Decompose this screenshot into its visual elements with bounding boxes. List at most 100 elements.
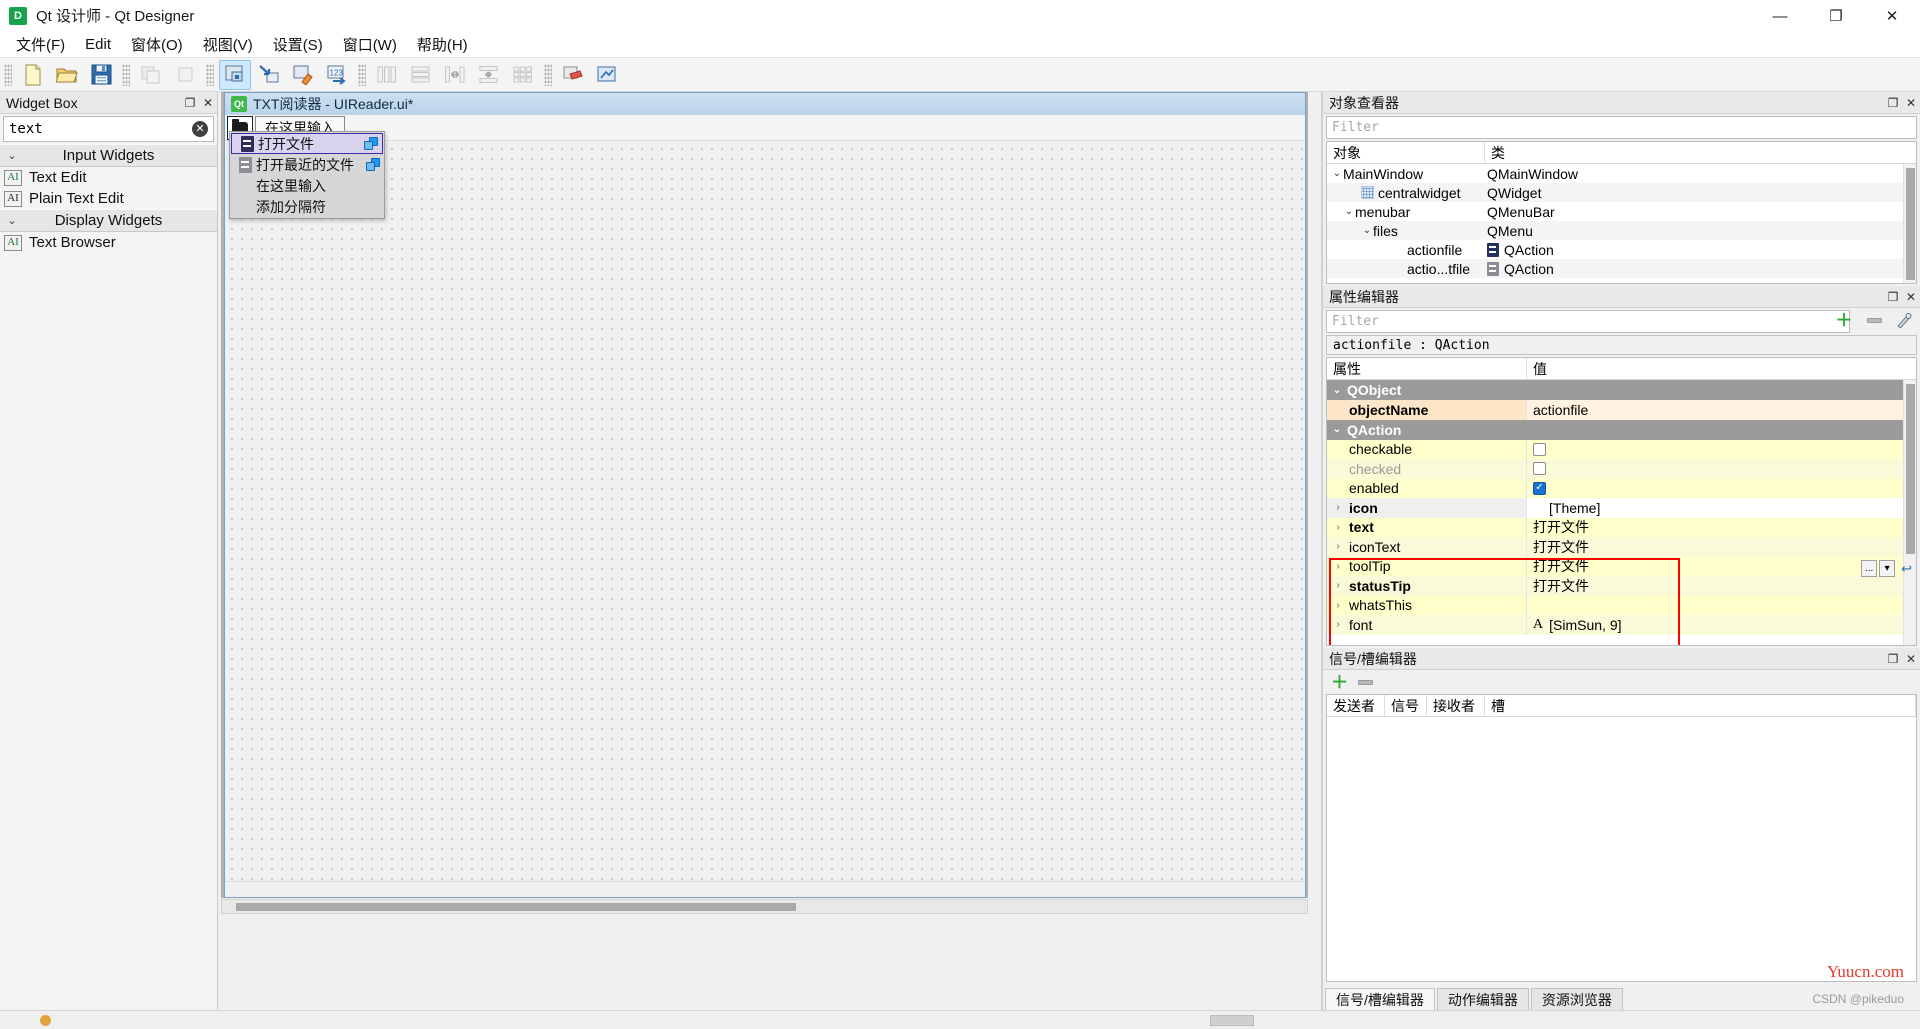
property-row-icon[interactable]: › icon [Theme]	[1327, 498, 1916, 518]
property-editor-close-button[interactable]: ✕	[1902, 288, 1920, 306]
chevron-right-icon[interactable]: ›	[1327, 619, 1349, 630]
chevron-right-icon[interactable]: ›	[1327, 502, 1349, 513]
new-file-icon[interactable]	[17, 60, 49, 90]
edit-signals-slots-icon[interactable]	[253, 60, 285, 90]
toolbar-grip-4[interactable]	[358, 63, 366, 86]
undo-icon[interactable]	[135, 60, 167, 90]
property-row-statustip[interactable]: › statusTip 打开文件	[1327, 576, 1916, 596]
scrollbar-thumb[interactable]	[1906, 384, 1915, 554]
widget-item-plain-text-edit[interactable]: AI Plain Text Edit	[0, 188, 217, 209]
property-row-objectname[interactable]: objectName actionfile	[1327, 400, 1916, 420]
property-value[interactable]: 打开文件	[1527, 576, 1916, 596]
edit-widgets-icon[interactable]	[219, 59, 251, 90]
add-property-button[interactable]: ＋	[1834, 310, 1854, 330]
toolbar-grip-5[interactable]	[544, 63, 552, 86]
property-value[interactable]: 打开文件	[1527, 537, 1916, 557]
property-editor-scrollbar[interactable]	[1903, 380, 1916, 645]
object-inspector-close-button[interactable]: ✕	[1902, 94, 1920, 112]
menu-file[interactable]: 文件(F)	[6, 31, 75, 58]
toolbar-grip-2[interactable]	[122, 63, 130, 86]
tree-row-statusbar[interactable]: statusbar QStatusBar	[1327, 278, 1916, 284]
menu-item-open-recent-file[interactable]: 打开最近的文件	[230, 154, 384, 175]
tab-signal-slot-editor[interactable]: 信号/槽编辑器	[1325, 988, 1435, 1010]
object-inspector-float-button[interactable]: ❐	[1884, 94, 1902, 112]
widget-group-display-widgets[interactable]: ⌄ Display Widgets	[0, 209, 217, 232]
tree-row-actionrecentfile[interactable]: actio...tfile QAction	[1327, 259, 1916, 278]
add-connection-button[interactable]: ＋	[1331, 674, 1348, 691]
chevron-right-icon[interactable]: ›	[1327, 561, 1349, 572]
clear-filter-icon[interactable]: ✕	[192, 121, 208, 137]
object-inspector-scrollbar[interactable]	[1903, 164, 1916, 283]
save-file-icon[interactable]	[85, 60, 117, 90]
minimize-button[interactable]: —	[1752, 0, 1808, 32]
adjust-size-icon[interactable]	[591, 60, 623, 90]
break-layout-icon[interactable]	[557, 60, 589, 90]
menu-item-add-separator[interactable]: 添加分隔符	[230, 196, 384, 217]
widget-item-text-browser[interactable]: AI Text Browser	[0, 232, 217, 253]
property-row-text[interactable]: › text 打开文件	[1327, 517, 1916, 538]
layout-grid-icon[interactable]	[507, 60, 539, 90]
chevron-right-icon[interactable]: ›	[1327, 600, 1349, 611]
tab-action-editor[interactable]: 动作编辑器	[1436, 988, 1529, 1010]
property-row-enabled[interactable]: enabled ✓	[1327, 478, 1916, 498]
property-row-whatsthis[interactable]: › whatsThis	[1327, 595, 1916, 616]
object-inspector-tree[interactable]: 对象 类 ⌄ MainWindow QMainWindow centralwid…	[1326, 141, 1917, 284]
property-value[interactable]: 打开文件	[1527, 557, 1916, 577]
icon-browse-button[interactable]: ...	[1861, 560, 1878, 577]
property-editor-float-button[interactable]: ❐	[1884, 288, 1902, 306]
chevron-down-icon[interactable]: ⌄	[1361, 225, 1373, 236]
property-editor-filter-input[interactable]	[1327, 313, 1849, 330]
scrollbar-thumb[interactable]	[1906, 168, 1915, 280]
widget-box-filter[interactable]: ✕	[3, 116, 214, 142]
widget-item-text-edit[interactable]: AI Text Edit	[0, 167, 217, 188]
form-title-bar[interactable]: Qt TXT阅读器 - UIReader.ui*	[225, 93, 1305, 115]
signal-slot-editor-close-button[interactable]: ✕	[1902, 650, 1920, 668]
form-canvas[interactable]	[225, 142, 1305, 881]
property-value[interactable]	[1527, 596, 1916, 616]
property-row-icontext[interactable]: › iconText 打开文件	[1327, 537, 1916, 557]
toolbar-grip-3[interactable]	[206, 63, 214, 86]
menu-item-open-file[interactable]: 打开文件	[231, 133, 383, 154]
tree-row-centralwidget[interactable]: centralwidget QWidget	[1327, 183, 1916, 202]
mdi-horizontal-scrollbar[interactable]	[221, 899, 1308, 914]
menu-window[interactable]: 窗口(W)	[333, 31, 407, 58]
property-value[interactable]: 打开文件	[1527, 518, 1916, 538]
layout-vertically-icon[interactable]	[405, 60, 437, 90]
redo-icon[interactable]	[169, 60, 201, 90]
chevron-down-icon[interactable]: ⌄	[1327, 424, 1347, 435]
widget-box-close-button[interactable]: ✕	[199, 94, 217, 112]
chevron-down-icon[interactable]: ⌄	[1331, 168, 1343, 179]
property-editor-table[interactable]: 属性 值 ⌄ QObject objectName actionfile ⌄ Q…	[1326, 357, 1917, 646]
remove-connection-button[interactable]	[1358, 679, 1373, 685]
property-group-qobject[interactable]: ⌄ QObject	[1327, 380, 1916, 400]
revert-property-icon[interactable]: ↩	[1901, 561, 1912, 577]
enabled-checkbox[interactable]: ✓	[1533, 481, 1546, 495]
tree-row-mainwindow[interactable]: ⌄ MainWindow QMainWindow	[1327, 164, 1916, 183]
widget-box-filter-input[interactable]	[4, 120, 192, 138]
layout-splitter-horizontal-icon[interactable]	[439, 60, 471, 90]
configure-property-button[interactable]	[1894, 310, 1914, 330]
menu-view[interactable]: 视图(V)	[193, 31, 263, 58]
chevron-down-icon[interactable]: ⌄	[1343, 206, 1355, 217]
open-file-icon[interactable]	[51, 60, 83, 90]
checkable-checkbox[interactable]	[1533, 442, 1546, 456]
checked-checkbox[interactable]	[1533, 462, 1546, 476]
property-editor-filter[interactable]	[1326, 310, 1850, 333]
chevron-right-icon[interactable]: ›	[1327, 522, 1349, 533]
icon-dropdown-button[interactable]: ▾	[1879, 560, 1896, 577]
close-button[interactable]: ✕	[1864, 0, 1920, 32]
maximize-button[interactable]: ❐	[1808, 0, 1864, 32]
tree-row-menubar[interactable]: ⌄ menubar QMenuBar	[1327, 202, 1916, 221]
property-row-checkable[interactable]: checkable	[1327, 439, 1916, 459]
menu-help[interactable]: 帮助(H)	[407, 31, 478, 58]
property-value[interactable]: actionfile	[1527, 400, 1916, 420]
property-value[interactable]: [Theme]	[1527, 498, 1916, 518]
menu-item-type-here[interactable]: 在这里输入	[230, 175, 384, 196]
chevron-down-icon[interactable]: ⌄	[1327, 385, 1347, 396]
layout-horizontally-icon[interactable]	[371, 60, 403, 90]
menu-edit[interactable]: Edit	[75, 33, 121, 56]
chevron-right-icon[interactable]: ›	[1327, 541, 1349, 552]
remove-property-button[interactable]	[1864, 310, 1884, 330]
property-row-tooltip[interactable]: › toolTip 打开文件	[1327, 556, 1916, 577]
object-inspector-filter-input[interactable]	[1327, 119, 1916, 136]
